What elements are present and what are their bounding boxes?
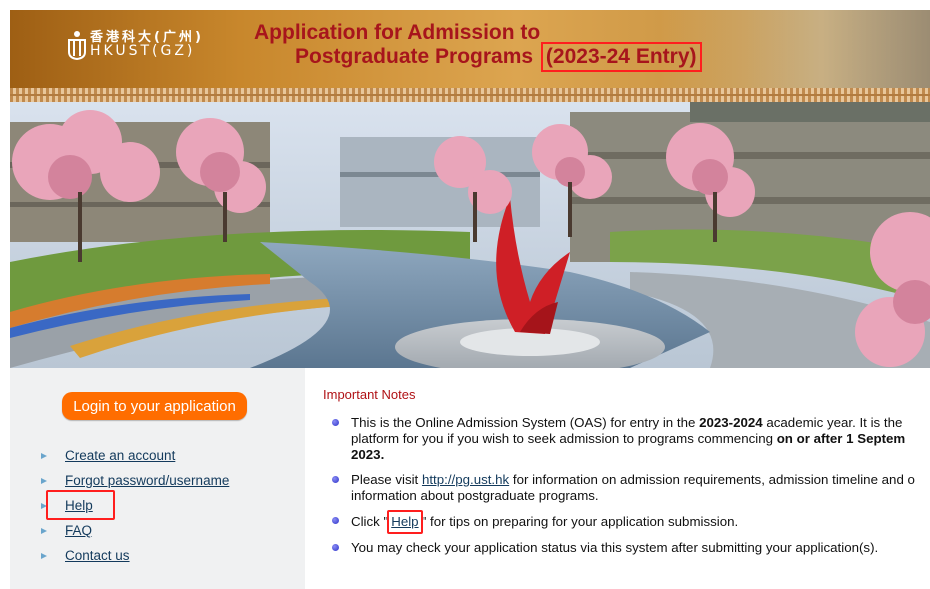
page-title-programs: Postgraduate Programs <box>295 45 534 68</box>
note2-text-b: for information on admission requirement… <box>509 472 915 487</box>
logo-english-name: HKUST(GZ) <box>90 43 196 59</box>
note-item-status: You may check your application status vi… <box>331 540 930 556</box>
sidebar-item-contact: Contact us <box>41 543 229 568</box>
campus-hero-image <box>10 102 930 368</box>
create-account-link[interactable]: Create an account <box>65 448 175 463</box>
note1-text-a: This is the Online Admission System (OAS… <box>351 415 700 430</box>
page-title-line1: Application for Admission to <box>254 21 541 44</box>
note3-text-a: Click " <box>351 514 389 529</box>
notes-list: This is the Online Admission System (OAS… <box>331 415 930 565</box>
header-banner: 香港科大(广州) HKUST(GZ) Application for Admis… <box>10 10 930 88</box>
bullet-arrow-icon <box>41 552 47 559</box>
page-title-line2: Postgraduate Programs (2023-24 Entry) <box>295 42 702 72</box>
bullet-arrow-icon <box>41 477 47 484</box>
bullet-arrow-icon <box>41 527 47 534</box>
help-inline-highlight: Help <box>387 510 423 534</box>
bullet-dot-icon <box>332 544 339 551</box>
entry-year-highlight: (2023-24 Entry) <box>540 42 702 72</box>
note-item-help: Click " Help " for tips on preparing for y… <box>331 510 930 534</box>
note-item-visit: Please visit http://pg.ust.hk for inform… <box>331 472 930 504</box>
help-link[interactable]: Help <box>46 490 115 520</box>
note1-date: on or after 1 Septem <box>776 431 906 446</box>
sidebar-item-help: Help <box>41 490 229 520</box>
sidebar-links: Create an account Forgot password/userna… <box>41 443 229 568</box>
help-inline-link[interactable]: Help <box>391 514 418 529</box>
note4-text: You may check your application status vi… <box>351 540 879 555</box>
note1-year: 2023-2024 <box>699 415 763 430</box>
sidebar: Login to your application Create an acco… <box>10 368 305 589</box>
forgot-password-link[interactable]: Forgot password/username <box>65 473 229 488</box>
note1-text-b: academic year. It is the <box>762 415 903 430</box>
note2-text-a: Please visit <box>351 472 422 487</box>
university-emblem-icon <box>68 31 86 60</box>
bullet-dot-icon <box>332 476 339 483</box>
sidebar-item-faq: FAQ <box>41 518 229 543</box>
login-button[interactable]: Login to your application <box>62 392 247 420</box>
help-highlight-box <box>46 490 115 520</box>
decorative-strip <box>10 88 930 102</box>
bullet-dot-icon <box>332 419 339 426</box>
note1-text-c: platform for you if you wish to seek adm… <box>351 431 777 446</box>
notes-heading: Important Notes <box>323 387 416 402</box>
note-item-oas: This is the Online Admission System (OAS… <box>331 415 930 463</box>
important-notes-panel: Important Notes This is the Online Admis… <box>305 368 930 589</box>
pg-ust-link[interactable]: http://pg.ust.hk <box>422 472 509 487</box>
note1-date-year: 2023. <box>351 447 385 462</box>
bullet-dot-icon <box>332 517 339 524</box>
note2-text-c: information about postgraduate programs. <box>351 488 599 503</box>
note3-text-b: " for tips on preparing for your applica… <box>421 514 739 529</box>
sidebar-item-create-account: Create an account <box>41 443 229 468</box>
bullet-arrow-icon <box>41 452 47 459</box>
faq-link[interactable]: FAQ <box>65 523 92 538</box>
contact-us-link[interactable]: Contact us <box>65 548 130 563</box>
